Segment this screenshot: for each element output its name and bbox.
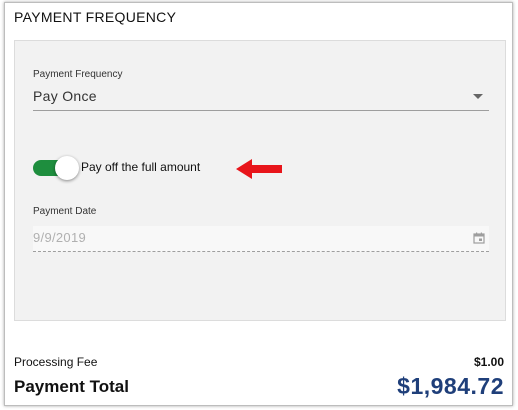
- processing-fee-label: Processing Fee: [14, 355, 98, 369]
- payoff-toggle-row: Pay off the full amount: [33, 156, 282, 180]
- payment-date-value: 9/9/2019: [33, 230, 87, 245]
- frequency-selected-value: Pay Once: [33, 88, 97, 104]
- processing-fee-value: $1.00: [473, 355, 504, 369]
- section-title: PAYMENT FREQUENCY: [14, 9, 177, 25]
- payment-total-label: Payment Total: [14, 377, 129, 396]
- calendar-icon: [473, 232, 485, 244]
- frequency-label: Payment Frequency: [33, 69, 123, 80]
- payment-total-row: Payment Total $1,984.72: [14, 373, 504, 401]
- payment-date-label: Payment Date: [33, 206, 97, 217]
- payment-frequency-card: PAYMENT FREQUENCY Payment Frequency Pay …: [4, 2, 513, 406]
- payment-date-field: 9/9/2019: [33, 226, 489, 252]
- dropdown-caret-icon[interactable]: [473, 94, 483, 99]
- payment-options-panel: Payment Frequency Pay Once Pay off the f…: [14, 40, 506, 321]
- payment-total-value: $1,984.72: [397, 373, 504, 399]
- payoff-toggle-label[interactable]: Pay off the full amount: [81, 160, 200, 174]
- payoff-toggle-switch[interactable]: [33, 156, 79, 180]
- frequency-select[interactable]: Pay Once: [33, 84, 489, 111]
- processing-fee-row: Processing Fee $1.00: [14, 355, 504, 371]
- toggle-knob[interactable]: [55, 156, 79, 180]
- red-arrow-icon: [236, 159, 282, 179]
